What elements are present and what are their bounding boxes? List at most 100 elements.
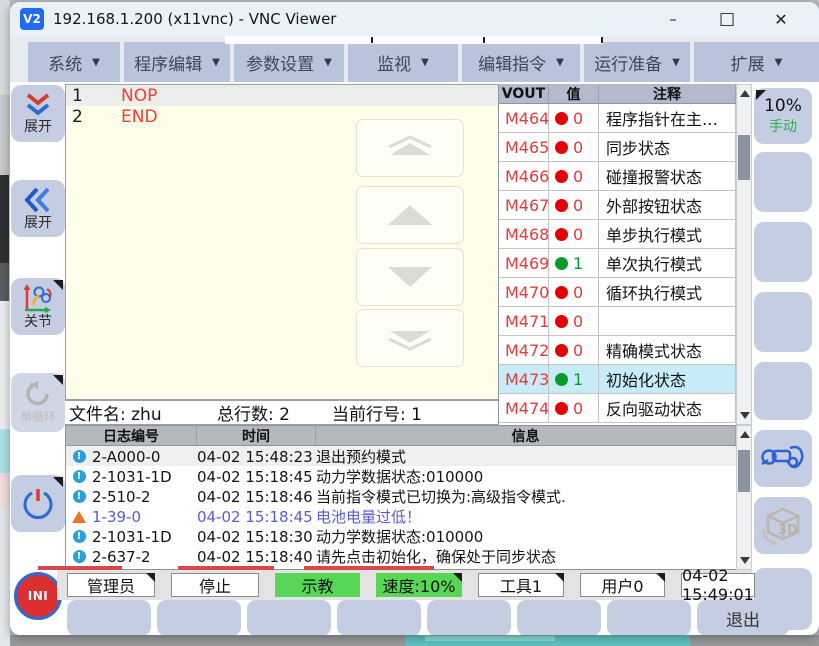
- info-icon: !: [66, 470, 92, 483]
- desktop-fragment: [0, 429, 10, 473]
- function-button[interactable]: [517, 600, 601, 635]
- gamepad-icon: [760, 442, 806, 476]
- vout-comment-cell: 单步执行模式: [599, 220, 736, 249]
- off-dot-icon: [555, 141, 568, 154]
- tool-button[interactable]: 工具1: [478, 573, 564, 597]
- view-3d-button[interactable]: 3D: [754, 497, 812, 554]
- info-balloon: !: [73, 530, 86, 543]
- chevron-down-icon: ▼: [92, 57, 100, 68]
- log-body: !2-A000-004-02 15:48:23退出预约模式!2-1031-1D0…: [66, 446, 736, 566]
- vout-id-cell: M467: [499, 191, 549, 220]
- scroll-up-icon[interactable]: [740, 90, 750, 97]
- scrollbar-thumb[interactable]: [738, 135, 750, 180]
- speed-button[interactable]: 速度:10%: [376, 573, 462, 597]
- nav-page-up-button[interactable]: [356, 119, 464, 177]
- info-balloon: !: [73, 470, 86, 483]
- vout-row[interactable]: M4731初始化状态: [499, 365, 736, 394]
- sidebar-joint-button[interactable]: 关节: [11, 278, 65, 335]
- vout-value: 1: [573, 370, 583, 389]
- log-row[interactable]: !2-A000-004-02 15:48:23退出预约模式: [66, 446, 736, 466]
- warning-triangle: [72, 511, 86, 523]
- panel-button[interactable]: [754, 152, 812, 212]
- vout-comment-cell: 单次执行模式: [599, 249, 736, 278]
- panel-button[interactable]: [754, 222, 812, 282]
- panel-button[interactable]: [754, 292, 812, 352]
- menu-bar: 系统▼程序编辑▼参数设置▼监视▼编辑指令▼运行准备▼扩展▼: [10, 36, 819, 82]
- sidebar-expand-down-button[interactable]: 展开: [11, 85, 65, 142]
- program-editor[interactable]: 1NOP2END: [65, 84, 498, 400]
- window-controls: – □ ✕: [653, 6, 819, 32]
- desktop-fragment: [0, 175, 9, 263]
- vout-row[interactable]: M4640程序指针在主…: [499, 104, 736, 133]
- vout-id-cell: M470: [499, 278, 549, 307]
- vout-value-cell: 0: [549, 162, 599, 191]
- window-title: 192.168.1.200 (x11vnc) - VNC Viewer: [53, 10, 336, 28]
- vout-scrollbar[interactable]: [736, 84, 752, 425]
- vout-row[interactable]: M4720精确模式状态: [499, 336, 736, 365]
- log-row[interactable]: !2-510-204-02 15:18:46当前指令模式已切换为:高级指令模式.: [66, 486, 736, 506]
- log-row[interactable]: !2-637-204-02 15:18:40请先点击初始化，确保处于同步状态: [66, 546, 736, 566]
- panel-button[interactable]: [754, 362, 812, 420]
- info-icon: !: [66, 530, 92, 543]
- menu-item-3[interactable]: 参数设置▼: [234, 42, 344, 82]
- menu-item-6[interactable]: 运行准备▼: [584, 42, 690, 82]
- scrollbar-thumb[interactable]: [738, 450, 750, 492]
- vout-row[interactable]: M4700循环执行模式: [499, 278, 736, 307]
- close-button[interactable]: ✕: [761, 6, 801, 32]
- gamepad-button[interactable]: [754, 430, 812, 487]
- sidebar-button-label: 单循环: [20, 410, 56, 425]
- log-row[interactable]: 1-39-004-02 15:18:45电池电量过低！: [66, 506, 736, 526]
- teach-mode-button[interactable]: 示教: [275, 573, 360, 597]
- vout-row[interactable]: M4680单步执行模式: [499, 220, 736, 249]
- menu-item-2[interactable]: 程序编辑▼: [124, 42, 230, 82]
- nav-down-button[interactable]: [356, 248, 464, 306]
- sidebar-power-button[interactable]: [11, 475, 65, 532]
- status-item-label: 停止: [199, 573, 231, 597]
- status-item-label: 工具1: [500, 573, 542, 597]
- exit-button[interactable]: 退出: [697, 600, 789, 635]
- scroll-down-icon[interactable]: [740, 557, 750, 564]
- title-bar[interactable]: V2 192.168.1.200 (x11vnc) - VNC Viewer –…: [10, 2, 819, 37]
- menu-item-7[interactable]: 扩展▼: [694, 42, 819, 82]
- vout-row[interactable]: M4710: [499, 307, 736, 336]
- vout-id-cell: M471: [499, 307, 549, 336]
- log-scrollbar[interactable]: [736, 425, 752, 570]
- nav-page-down-button[interactable]: [356, 309, 464, 367]
- stop-button[interactable]: 停止: [171, 573, 259, 597]
- function-button[interactable]: [67, 600, 151, 635]
- off-dot-icon: [555, 199, 568, 212]
- menu-item-1[interactable]: 系统▼: [28, 42, 120, 82]
- vout-row[interactable]: M4660碰撞报警状态: [499, 162, 736, 191]
- vout-row[interactable]: M4691单次执行模式: [499, 249, 736, 278]
- function-button[interactable]: [247, 600, 331, 635]
- function-button[interactable]: [607, 600, 691, 635]
- vout-id-cell: M465: [499, 133, 549, 162]
- user-frame-button[interactable]: 用户0: [580, 573, 665, 597]
- ini-icon: INI: [14, 572, 62, 620]
- scroll-down-icon[interactable]: [740, 412, 750, 419]
- log-id-cell: 2-1031-1D: [92, 528, 197, 546]
- vout-row[interactable]: M4740反向驱动状态: [499, 394, 736, 423]
- log-header-cell: 日志编号: [66, 426, 197, 446]
- remote-screen-artifact: [225, 36, 603, 44]
- log-row[interactable]: !2-1031-1D04-02 15:18:30动力学数据状态:010000: [66, 526, 736, 546]
- vout-row[interactable]: M4650同步状态: [499, 133, 736, 162]
- function-button[interactable]: [337, 600, 421, 635]
- sidebar-single-loop-button[interactable]: 单循环: [11, 373, 65, 432]
- vout-row[interactable]: M4670外部按钮状态: [499, 191, 736, 220]
- log-header: 日志编号 时间 信息: [66, 426, 736, 446]
- function-button[interactable]: [157, 600, 241, 635]
- scroll-up-icon[interactable]: [740, 431, 750, 438]
- menu-item-4[interactable]: 监视▼: [348, 42, 458, 82]
- log-row[interactable]: !2-1031-1D04-02 15:18:45动力学数据状态:010000: [66, 466, 736, 486]
- sidebar-expand-left-button[interactable]: 展开: [11, 180, 65, 237]
- speed-mode-button[interactable]: 10% 手动: [754, 88, 812, 144]
- editor-line[interactable]: 1NOP: [66, 85, 498, 106]
- minimize-button[interactable]: –: [653, 6, 693, 32]
- function-button[interactable]: [427, 600, 511, 635]
- maximize-button[interactable]: □: [707, 6, 747, 32]
- nav-up-button[interactable]: [356, 186, 464, 244]
- menu-item-5[interactable]: 编辑指令▼: [462, 42, 580, 82]
- power-icon: [21, 487, 55, 521]
- user-role-button[interactable]: 管理员: [67, 573, 155, 597]
